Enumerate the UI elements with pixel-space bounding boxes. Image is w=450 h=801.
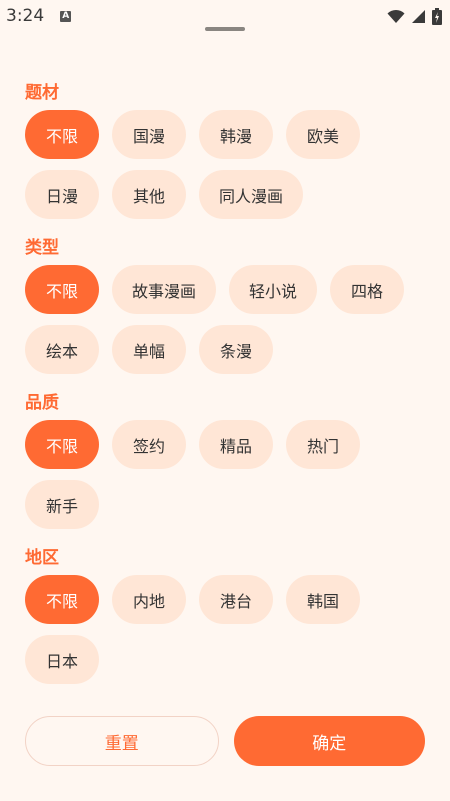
status-time: 3:24 bbox=[6, 6, 45, 26]
section-title: 类型 bbox=[25, 238, 59, 258]
status-right bbox=[387, 7, 442, 25]
filter-chip[interactable]: 精品 bbox=[199, 420, 273, 469]
chip-group: 不限 国漫 韩漫 欧美 日漫 其他 同人漫画 bbox=[25, 110, 425, 219]
notification-a-icon: A bbox=[60, 10, 72, 22]
filter-chip[interactable]: 条漫 bbox=[199, 325, 273, 374]
section-region: 地区 不限 内地 港台 韩国 日本 bbox=[25, 541, 450, 684]
filter-content: 题材 不限 国漫 韩漫 欧美 日漫 其他 同人漫画 类型 不限 故事漫画 轻小说 bbox=[25, 76, 450, 700]
screen: 题材 不限 国漫 韩漫 欧美 日漫 其他 同人漫画 类型 不限 故事漫画 轻小说 bbox=[0, 0, 450, 801]
section-quality: 品质 不限 签约 精品 热门 新手 bbox=[25, 386, 450, 529]
filter-chip[interactable]: 热门 bbox=[286, 420, 360, 469]
wifi-icon bbox=[387, 9, 405, 24]
filter-chip[interactable]: 不限 bbox=[25, 420, 99, 469]
filter-chip[interactable]: 国漫 bbox=[112, 110, 186, 159]
filter-chip[interactable]: 不限 bbox=[25, 575, 99, 624]
action-bar: 重置 确定 bbox=[25, 716, 425, 766]
filter-chip[interactable]: 不限 bbox=[25, 110, 99, 159]
filter-chip[interactable]: 其他 bbox=[112, 170, 186, 219]
filter-chip[interactable]: 韩国 bbox=[286, 575, 360, 624]
chip-group: 不限 内地 港台 韩国 日本 bbox=[25, 575, 425, 684]
filter-chip[interactable]: 单幅 bbox=[112, 325, 186, 374]
chip-group: 不限 故事漫画 轻小说 四格 绘本 单幅 条漫 bbox=[25, 265, 425, 374]
confirm-button[interactable]: 确定 bbox=[233, 716, 425, 766]
filter-sheet: 题材 不限 国漫 韩漫 欧美 日漫 其他 同人漫画 类型 不限 故事漫画 轻小说 bbox=[0, 0, 450, 801]
battery-icon bbox=[432, 7, 442, 25]
filter-chip[interactable]: 内地 bbox=[112, 575, 186, 624]
section-title: 地区 bbox=[25, 548, 59, 568]
status-left: 3:24 A bbox=[6, 6, 72, 26]
filter-chip[interactable]: 故事漫画 bbox=[112, 265, 217, 314]
filter-chip[interactable]: 新手 bbox=[25, 480, 99, 529]
chip-group: 不限 签约 精品 热门 新手 bbox=[25, 420, 425, 529]
filter-chip[interactable]: 轻小说 bbox=[229, 265, 318, 314]
filter-chip[interactable]: 同人漫画 bbox=[199, 170, 304, 219]
signal-icon bbox=[411, 9, 426, 24]
section-title: 品质 bbox=[25, 393, 59, 413]
filter-chip[interactable]: 韩漫 bbox=[199, 110, 273, 159]
status-bar: 3:24 A bbox=[0, 0, 450, 32]
filter-chip[interactable]: 日漫 bbox=[25, 170, 99, 219]
filter-chip[interactable]: 签约 bbox=[112, 420, 186, 469]
section-subject: 题材 不限 国漫 韩漫 欧美 日漫 其他 同人漫画 bbox=[25, 76, 450, 219]
filter-chip[interactable]: 四格 bbox=[330, 265, 405, 314]
reset-button[interactable]: 重置 bbox=[25, 716, 219, 766]
filter-chip[interactable]: 港台 bbox=[199, 575, 273, 624]
filter-chip[interactable]: 日本 bbox=[25, 635, 99, 684]
section-title: 题材 bbox=[25, 83, 59, 103]
filter-chip[interactable]: 绘本 bbox=[25, 325, 99, 374]
section-type: 类型 不限 故事漫画 轻小说 四格 绘本 单幅 条漫 bbox=[25, 231, 450, 374]
filter-chip[interactable]: 欧美 bbox=[286, 110, 360, 159]
filter-chip[interactable]: 不限 bbox=[25, 265, 99, 314]
